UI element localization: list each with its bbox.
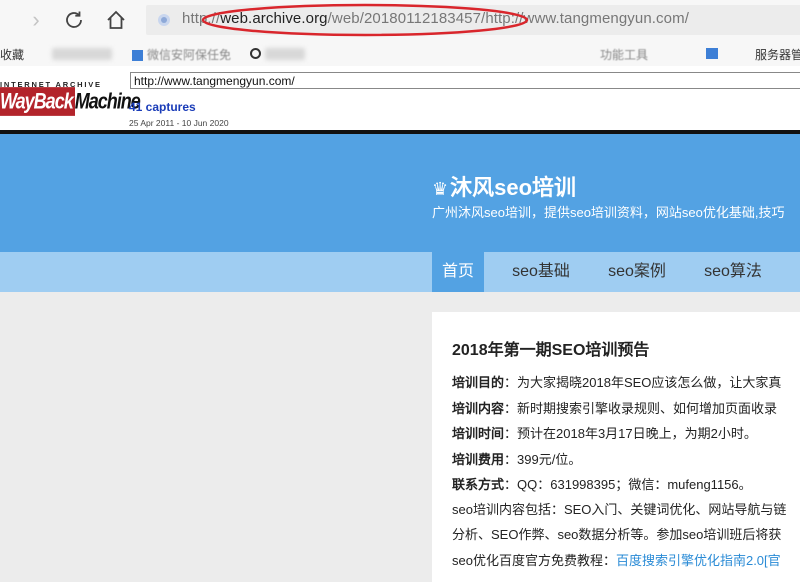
- bookmark-wechat[interactable]: 微信安阿保任免: [132, 46, 231, 63]
- post-line-purpose: 培训目的：为大家揭晓2018年SEO应该怎么做，让大家真: [452, 375, 782, 390]
- post-paragraph-3: seo优化百度官方免费教程：百度搜索引擎优化指南2.0[官: [452, 553, 781, 568]
- address-bar[interactable]: http://web.archive.org/web/2018011218345…: [146, 5, 800, 35]
- post-line-fee: 培训费用：399元/位。: [452, 452, 582, 467]
- post-paragraph-1: seo培训内容包括：SEO入门、关键词优化、网站导航与链: [452, 502, 787, 517]
- browser-toolbar: › http://web.archive.org/web/20180112183…: [0, 0, 800, 40]
- wayback-logo[interactable]: WayBack Machine: [0, 87, 141, 116]
- crown-icon: ♛: [432, 179, 449, 199]
- post-line-contact: 联系方式：QQ：631998395；微信：mufeng1156。: [452, 477, 752, 492]
- nav-seo-cases[interactable]: seo案例: [598, 252, 676, 292]
- nav-seo-algorithms[interactable]: seo算法: [694, 252, 772, 292]
- reload-icon[interactable]: [62, 8, 86, 32]
- post-title[interactable]: 2018年第一期SEO培训预告: [452, 336, 649, 360]
- bookmark-blue-square[interactable]: [706, 46, 718, 60]
- nav-home[interactable]: 首页: [432, 252, 484, 292]
- site-subtitle: 广州沐风seo培训，提供seo培训资料，网站seo优化基础,技巧: [432, 205, 785, 220]
- wayback-url-input[interactable]: http://www.tangmengyun.com/: [130, 72, 800, 89]
- bookmark-favorites[interactable]: 收藏: [0, 46, 24, 63]
- baidu-guide-link[interactable]: 百度搜索引擎优化指南2.0[官: [616, 553, 781, 568]
- site-nav: 首页 seo基础 seo案例 seo算法: [0, 252, 800, 292]
- site-header: ♛沐风seo培训 广州沐风seo培训，提供seo培训资料，网站seo优化基础,技…: [0, 134, 800, 252]
- bookmark-blurred-2[interactable]: [250, 46, 305, 60]
- back-arrow-icon[interactable]: ›: [24, 8, 48, 32]
- site-title[interactable]: ♛沐风seo培训: [432, 170, 576, 202]
- bookmark-blurred[interactable]: [52, 46, 112, 60]
- site-info-icon[interactable]: [158, 14, 170, 26]
- bookmark-icon: [250, 48, 261, 60]
- bookmark-icon: [706, 48, 718, 60]
- post-line-time: 培训时间：预计在2018年3月17日晚上，为期2小时。: [452, 426, 757, 441]
- address-url: http://web.archive.org/web/2018011218345…: [182, 10, 689, 27]
- captures-link[interactable]: 41 captures: [129, 100, 196, 114]
- post-paragraph-2: 分析、SEO作弊、seo数据分析等。参加seo培训班后将获: [452, 527, 782, 542]
- home-icon[interactable]: [104, 8, 128, 32]
- bookmark-icon: [132, 50, 143, 62]
- capture-date-range: 25 Apr 2011 - 10 Jun 2020: [129, 118, 229, 128]
- bookmark-server[interactable]: 服务器管: [755, 46, 800, 63]
- post-line-content: 培训内容：新时期搜索引擎收录规则、如何增加页面收录: [452, 401, 778, 416]
- nav-seo-basics[interactable]: seo基础: [502, 252, 580, 292]
- post-card: 2018年第一期SEO培训预告 培训目的：为大家揭晓2018年SEO应该怎么做，…: [432, 312, 800, 582]
- wayback-toolbar: INTERNET ARCHIVE WayBack Machine http://w…: [0, 66, 800, 130]
- bookmarks-bar: 收藏 微信安阿保任免 功能工具 服务器管: [0, 40, 800, 67]
- bookmark-tools[interactable]: 功能工具: [600, 46, 648, 63]
